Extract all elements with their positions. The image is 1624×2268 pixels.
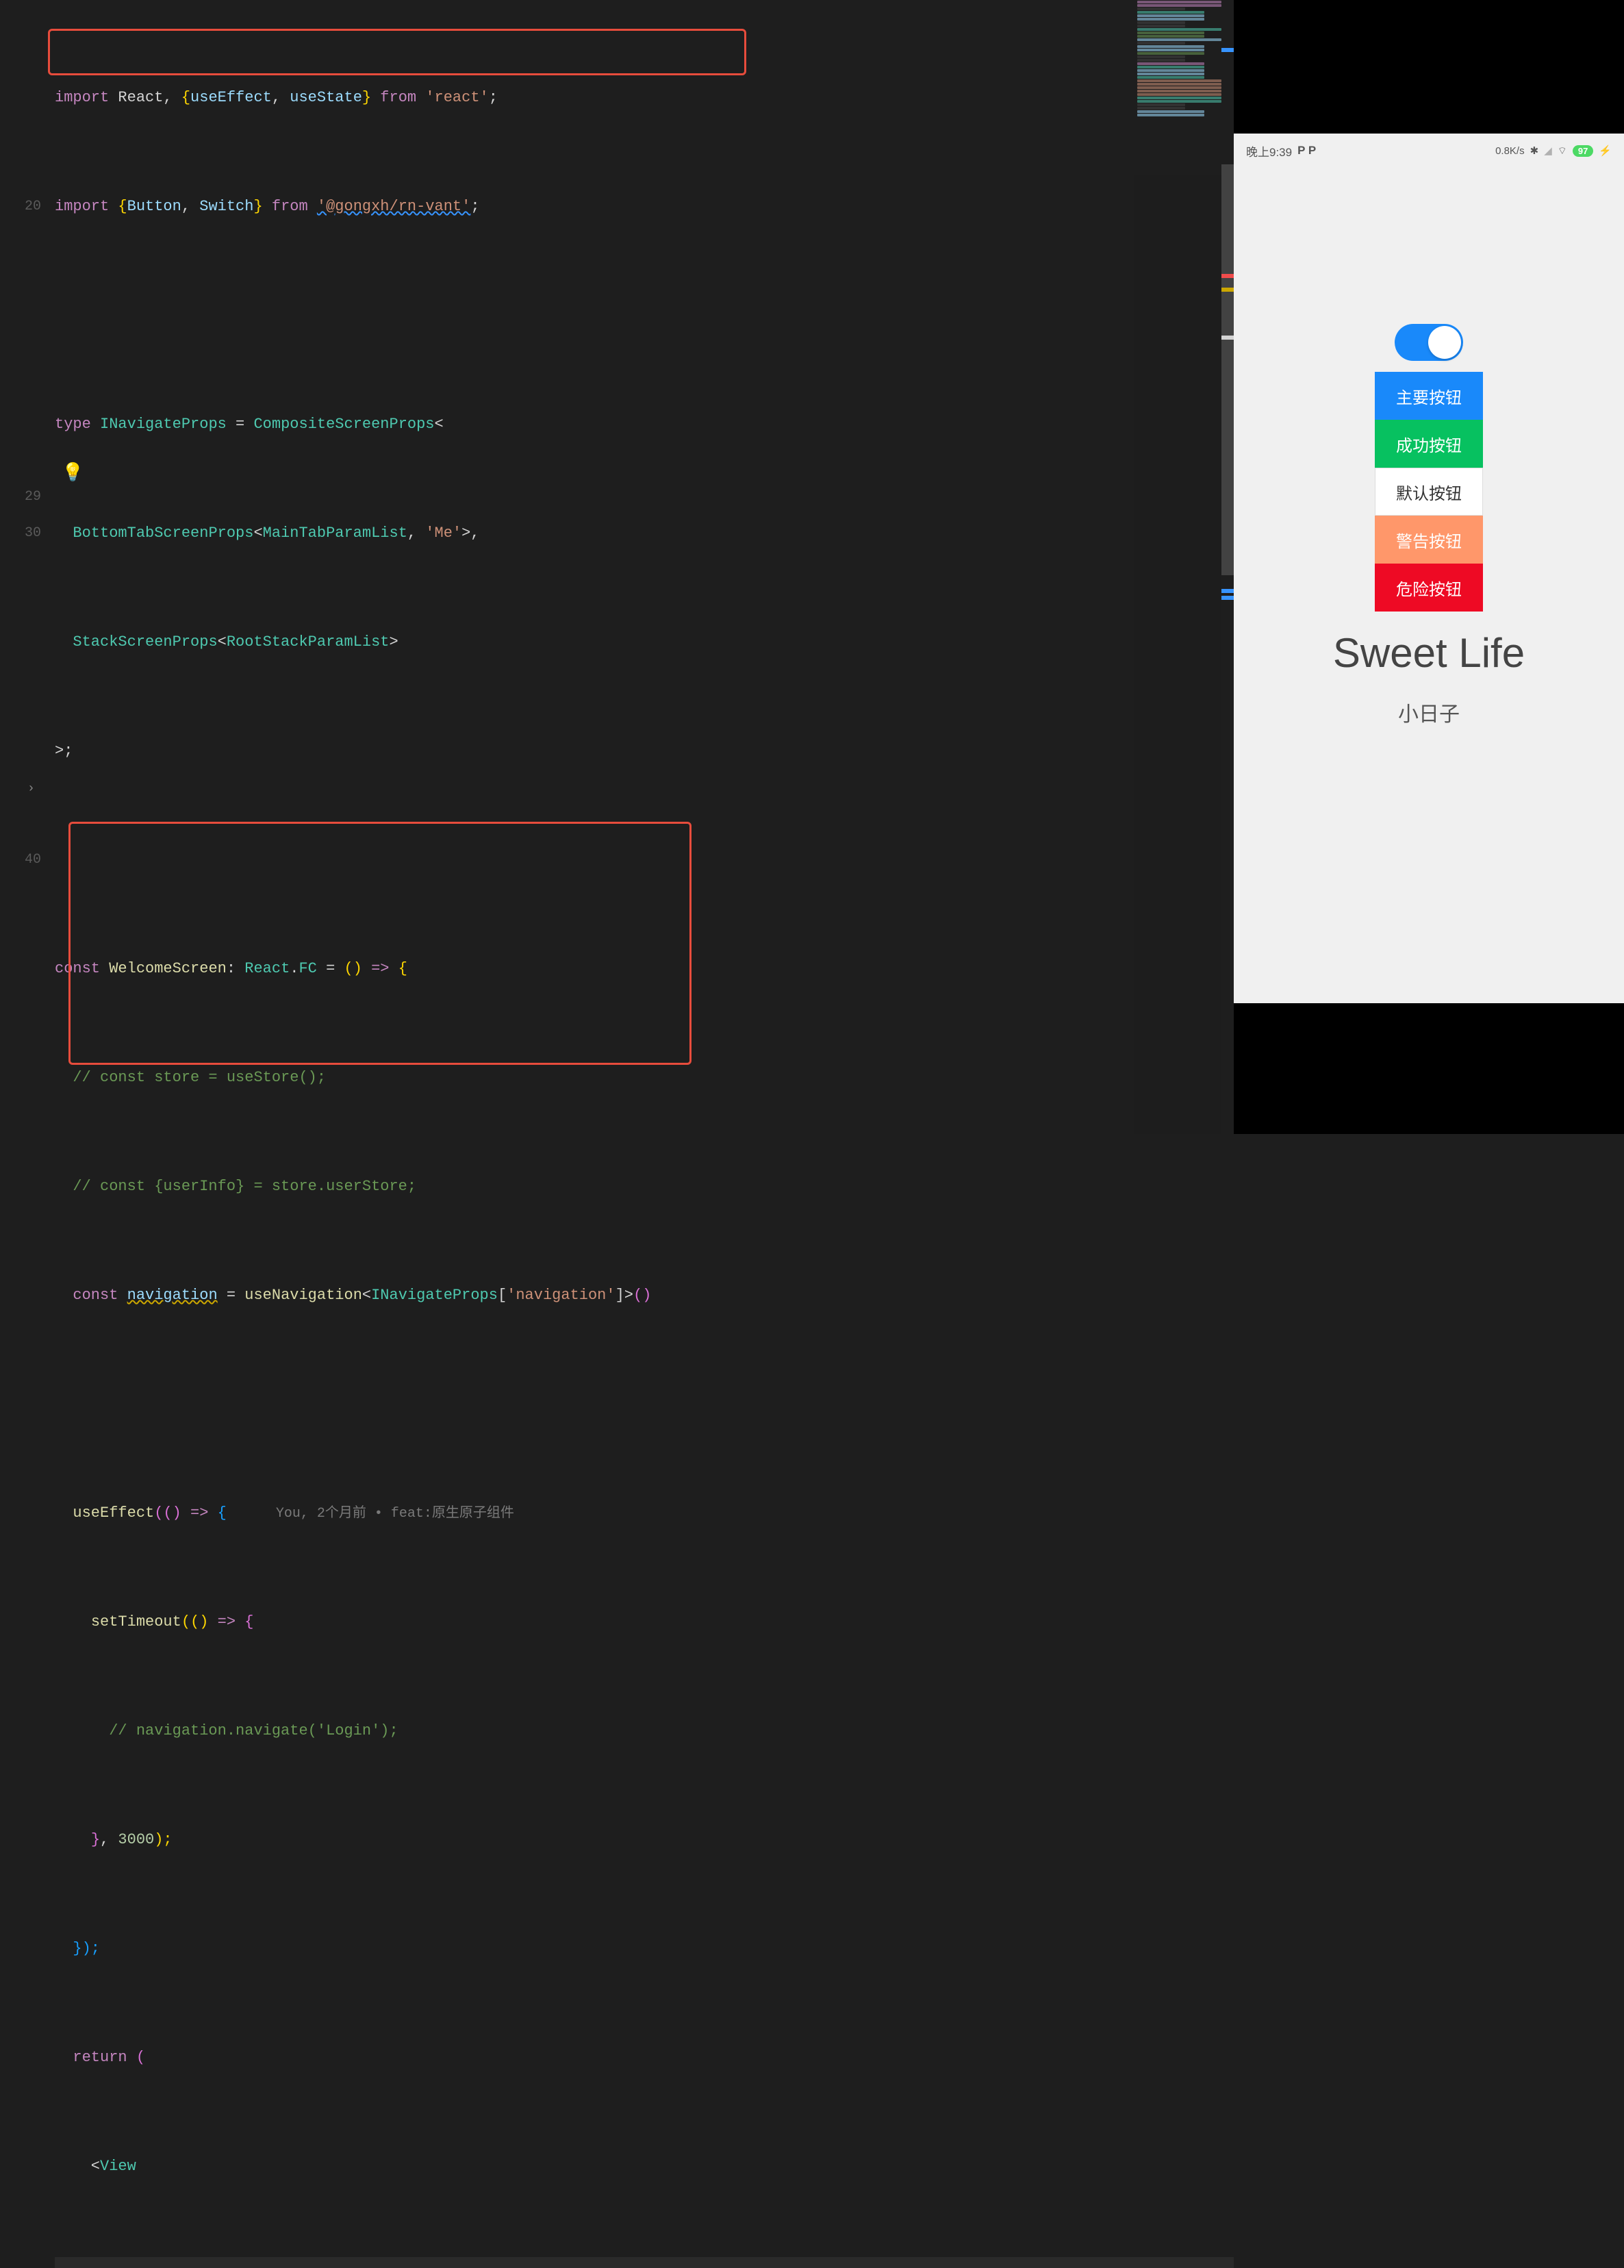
phone-screen[interactable]: 晚上9:39 P P 0.8K/s ✱ ◢ ⌔ 97 ⚡ 主要按钮 成功按钮 默…	[1234, 134, 1624, 1003]
scroll-marker	[1221, 336, 1234, 340]
line-number: 20	[0, 188, 41, 225]
danger-button[interactable]: 危险按钮	[1375, 564, 1483, 612]
editor-scrollbar[interactable]	[1221, 0, 1234, 1134]
scroll-marker	[1221, 288, 1234, 292]
status-time: 晚上9:39	[1246, 142, 1292, 160]
scroll-marker	[1221, 589, 1234, 593]
device-preview: 晚上9:39 P P 0.8K/s ✱ ◢ ⌔ 97 ⚡ 主要按钮 成功按钮 默…	[1234, 0, 1624, 1134]
scroll-marker	[1221, 596, 1234, 600]
status-network-speed: 0.8K/s	[1495, 145, 1525, 157]
title-text: Sweet Life	[1333, 629, 1525, 677]
line-number: 29	[0, 479, 41, 515]
switch-thumb	[1428, 326, 1461, 359]
line-number: 40	[0, 842, 41, 878]
line-gutter: 20 29 30 40	[0, 7, 55, 878]
scroll-marker	[1221, 48, 1234, 52]
switch-toggle[interactable]	[1395, 324, 1463, 361]
status-app-icons: P P	[1297, 144, 1316, 158]
minimap[interactable]	[1134, 0, 1230, 1134]
warning-button[interactable]: 警告按钮	[1375, 516, 1483, 564]
success-button[interactable]: 成功按钮	[1375, 420, 1483, 468]
phone-status-bar: 晚上9:39 P P 0.8K/s ✱ ◢ ⌔ 97 ⚡	[1234, 134, 1624, 168]
subtitle-text: 小日子	[1398, 697, 1460, 727]
bluetooth-icon: ✱	[1530, 144, 1539, 157]
charging-icon: ⚡	[1599, 144, 1612, 157]
quickfix-lightbulb-icon[interactable]: 💡	[62, 462, 84, 483]
scrollbar-thumb[interactable]	[1221, 164, 1234, 575]
fold-arrow-icon[interactable]: ›	[27, 782, 35, 796]
line-number: 30	[0, 515, 41, 551]
default-button[interactable]: 默认按钮	[1375, 468, 1483, 516]
code-editor[interactable]: 20 29 30 40 import React, {useEffect, us…	[0, 0, 1234, 1134]
primary-button[interactable]: 主要按钮	[1375, 372, 1483, 420]
git-blame-lens[interactable]: You, 2个月前 • feat:原生原子组件	[227, 1506, 514, 1522]
battery-badge: 97	[1573, 145, 1593, 157]
phone-content: 主要按钮 成功按钮 默认按钮 警告按钮 危险按钮 Sweet Life 小日子	[1234, 168, 1624, 727]
code-content[interactable]: import React, {useEffect, useState} from…	[55, 7, 1234, 2268]
scroll-marker	[1221, 274, 1234, 278]
wifi-icon: ⌔	[1558, 144, 1567, 158]
signal-icon: ◢	[1544, 144, 1552, 157]
